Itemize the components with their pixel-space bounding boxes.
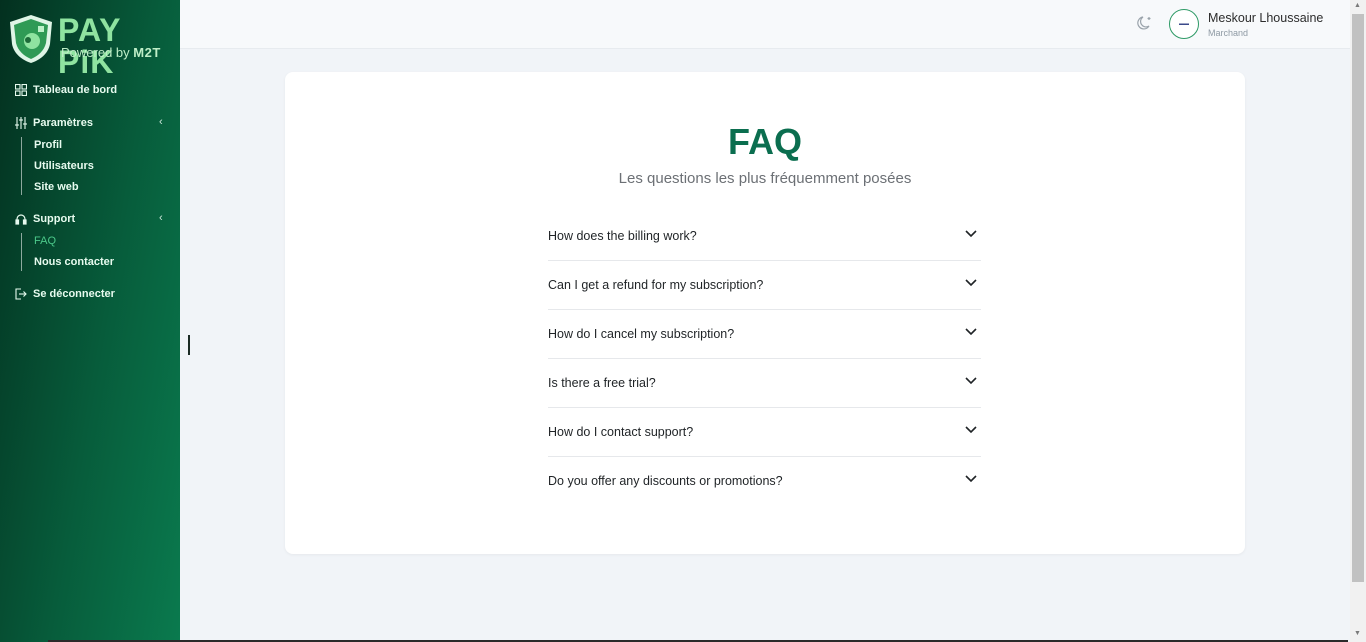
- faq-item[interactable]: How do I contact support?: [548, 408, 981, 457]
- faq-card: FAQ Les questions les plus fréquemment p…: [285, 72, 1245, 554]
- nav-dashboard[interactable]: Tableau de bord: [14, 81, 117, 99]
- page-title: FAQ: [727, 121, 802, 162]
- faq-question: How do I contact support?: [548, 425, 694, 439]
- brand-logo[interactable]: PAY PiK Powered by M2T: [8, 12, 174, 78]
- user-role: Marchand: [1208, 28, 1249, 38]
- faq-question: How do I cancel my subscription?: [548, 327, 735, 341]
- chevron-left-icon[interactable]: ‹: [159, 212, 163, 224]
- faq-item[interactable]: How does the billing work?: [548, 212, 981, 261]
- chevron-down-icon: [965, 426, 977, 434]
- headset-icon: [14, 212, 28, 226]
- faq-list: How does the billing work? Can I get a r…: [548, 212, 981, 505]
- faq-question: Can I get a refund for my subscription?: [548, 278, 764, 292]
- sidebar-item-profil[interactable]: Profil: [34, 139, 62, 151]
- nav-settings-label: Paramètres: [33, 117, 93, 129]
- faq-item[interactable]: How do I cancel my subscription?: [548, 310, 981, 359]
- nav-support-label: Support: [33, 213, 76, 225]
- shield-logo-icon: [10, 15, 52, 63]
- powered-label: Powered by: [61, 45, 130, 60]
- sidebar-item-faq[interactable]: FAQ: [34, 235, 56, 247]
- chevron-down-icon: [965, 230, 977, 238]
- sidebar-item-utilisateurs[interactable]: Utilisateurs: [34, 160, 94, 172]
- nav-settings[interactable]: Paramètres: [14, 114, 93, 132]
- chevron-down-icon: [965, 475, 977, 483]
- faq-item[interactable]: Can I get a refund for my subscription?: [548, 261, 981, 310]
- scroll-down-icon[interactable]: ▼: [1354, 630, 1361, 637]
- nav-logout[interactable]: Se déconnecter: [14, 285, 115, 303]
- faq-item[interactable]: Do you offer any discounts or promotions…: [548, 457, 981, 505]
- chevron-down-icon: [965, 328, 977, 336]
- page-subtitle: Les questions les plus fréquemment posée…: [618, 170, 912, 187]
- faq-item[interactable]: Is there a free trial?: [548, 359, 981, 408]
- scroll-up-icon[interactable]: ▲: [1354, 2, 1361, 9]
- sidebar-item-site-web[interactable]: Site web: [34, 181, 79, 193]
- nav-support[interactable]: Support: [14, 210, 75, 228]
- chevron-left-icon[interactable]: ‹: [159, 116, 163, 128]
- avatar-image: ▬▬: [1179, 21, 1189, 27]
- moon-icon[interactable]: [1136, 14, 1154, 32]
- chevron-down-icon: [965, 279, 977, 287]
- submenu-line: [21, 233, 22, 271]
- sliders-icon: [14, 116, 28, 130]
- scrollbar-thumb[interactable]: [1352, 14, 1364, 582]
- avatar[interactable]: ▬▬: [1169, 9, 1199, 39]
- grid-icon: [14, 83, 28, 97]
- faq-question: Is there a free trial?: [548, 376, 656, 390]
- submenu-line: [21, 137, 22, 195]
- sidebar-item-nous-contacter[interactable]: Nous contacter: [34, 256, 114, 268]
- sidebar: PAY PiK Powered by M2T Tableau de bord P…: [0, 0, 180, 642]
- logout-icon: [14, 287, 28, 301]
- powered-by: Powered by M2T: [61, 46, 161, 60]
- faq-question: Do you offer any discounts or promotions…: [548, 474, 783, 488]
- nav-logout-label: Se déconnecter: [33, 288, 115, 300]
- powered-brand: M2T: [133, 45, 161, 60]
- faq-question: How does the billing work?: [548, 229, 697, 243]
- user-name[interactable]: Meskour Lhoussaine: [1208, 11, 1323, 25]
- nav-dashboard-label: Tableau de bord: [33, 84, 118, 96]
- sidebar-collapse-handle[interactable]: [188, 335, 190, 355]
- chevron-down-icon: [965, 377, 977, 385]
